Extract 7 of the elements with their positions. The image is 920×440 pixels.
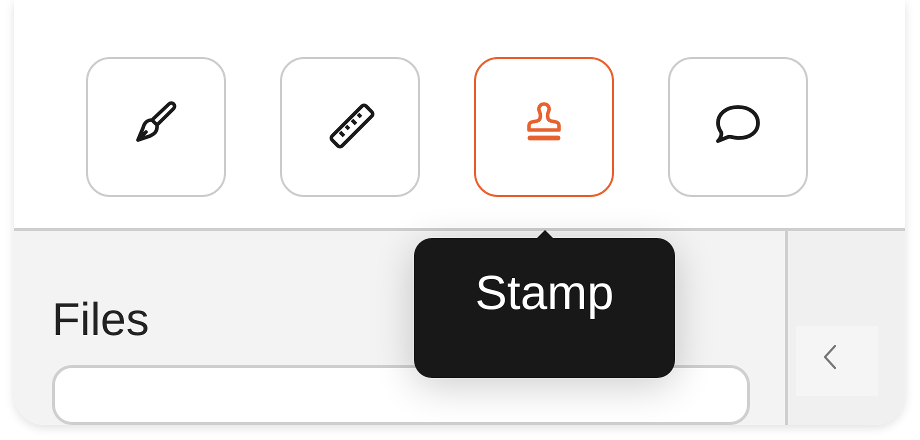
tooltip: Stamp: [414, 238, 675, 378]
stamp-tool-button[interactable]: [474, 57, 614, 197]
files-heading: Files: [52, 292, 150, 347]
pen-tool-button[interactable]: [86, 57, 226, 197]
input-field[interactable]: [52, 365, 750, 425]
comment-tool-button[interactable]: [668, 57, 808, 197]
ruler-tool-button[interactable]: [280, 57, 420, 197]
